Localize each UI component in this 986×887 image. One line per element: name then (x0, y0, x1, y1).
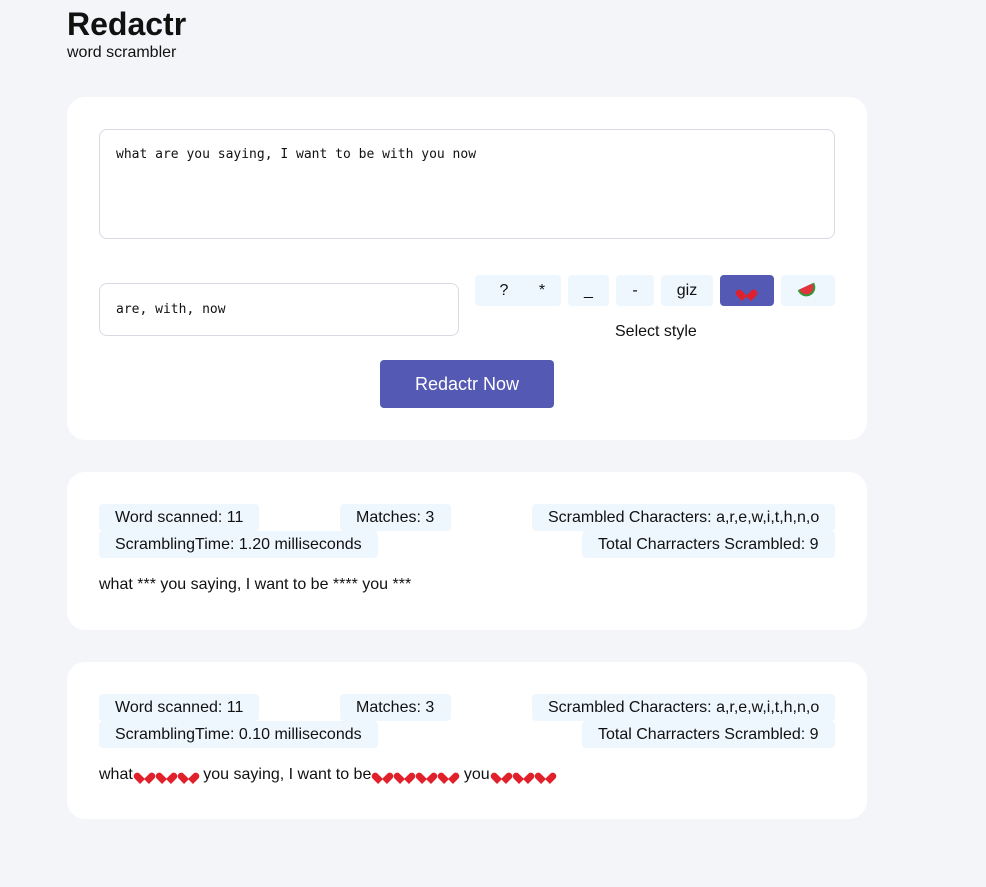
heart-icon (138, 768, 151, 780)
watermelon-icon (797, 282, 819, 299)
scrambled-output-text: what you saying, I want to be you (99, 766, 556, 784)
result-card: Word scanned: 11 Matches: 3 Scrambled Ch… (67, 662, 867, 819)
result-card: Word scanned: 11 Matches: 3 Scrambled Ch… (67, 472, 867, 630)
heart-icon (517, 768, 530, 780)
text-input[interactable]: what are you saying, I want to be with y… (99, 129, 835, 239)
style-dash-button[interactable]: - (616, 275, 654, 306)
heart-icon (442, 768, 455, 780)
input-card: what are you saying, I want to be with y… (67, 97, 867, 440)
heart-icon (495, 768, 508, 780)
style-watermelon-button[interactable] (781, 275, 835, 306)
scrambled-characters-stat: Scrambled Characters: a,r,e,w,i,t,h,n,o (532, 694, 835, 721)
style-giz-button[interactable]: giz (661, 275, 713, 306)
style-asterisk-button[interactable]: * (523, 275, 561, 306)
output-word: what (99, 766, 133, 783)
heart-icon (740, 285, 754, 297)
style-underscore-button[interactable]: _ (568, 275, 609, 306)
total-characters-scrambled-stat: Total Charracters Scrambled: 9 (582, 531, 835, 558)
output-word: you saying, I want to be (203, 766, 372, 783)
heart-icon (160, 768, 173, 780)
output-word: you (463, 766, 490, 783)
heart-icon (376, 768, 389, 780)
scrambled-output-text: what *** you saying, I want to be **** y… (99, 576, 412, 593)
word-scanned-stat: Word scanned: 11 (99, 694, 259, 721)
style-heart-button[interactable] (720, 275, 774, 306)
redact-now-button[interactable]: Redactr Now (380, 360, 554, 408)
matches-stat: Matches: 3 (340, 694, 451, 721)
heart-icon (398, 768, 411, 780)
heart-icon (182, 768, 195, 780)
scrambling-time-stat: ScramblingTime: 0.10 milliseconds (99, 721, 378, 748)
scrambling-time-stat: ScramblingTime: 1.20 milliseconds (99, 531, 378, 558)
app-title: Redactr (67, 6, 187, 42)
matches-stat: Matches: 3 (340, 504, 451, 531)
app-subtitle: word scrambler (67, 44, 177, 61)
heart-icon (420, 768, 433, 780)
select-style-label: Select style (615, 323, 697, 340)
app-header: Redactr word scrambler (67, 6, 186, 64)
scrambled-characters-stat: Scrambled Characters: a,r,e,w,i,t,h,n,o (532, 504, 835, 531)
style-selector: ? * _ - giz (67, 275, 867, 306)
heart-icon (539, 768, 552, 780)
total-characters-scrambled-stat: Total Charracters Scrambled: 9 (582, 721, 835, 748)
word-scanned-stat: Word scanned: 11 (99, 504, 259, 531)
